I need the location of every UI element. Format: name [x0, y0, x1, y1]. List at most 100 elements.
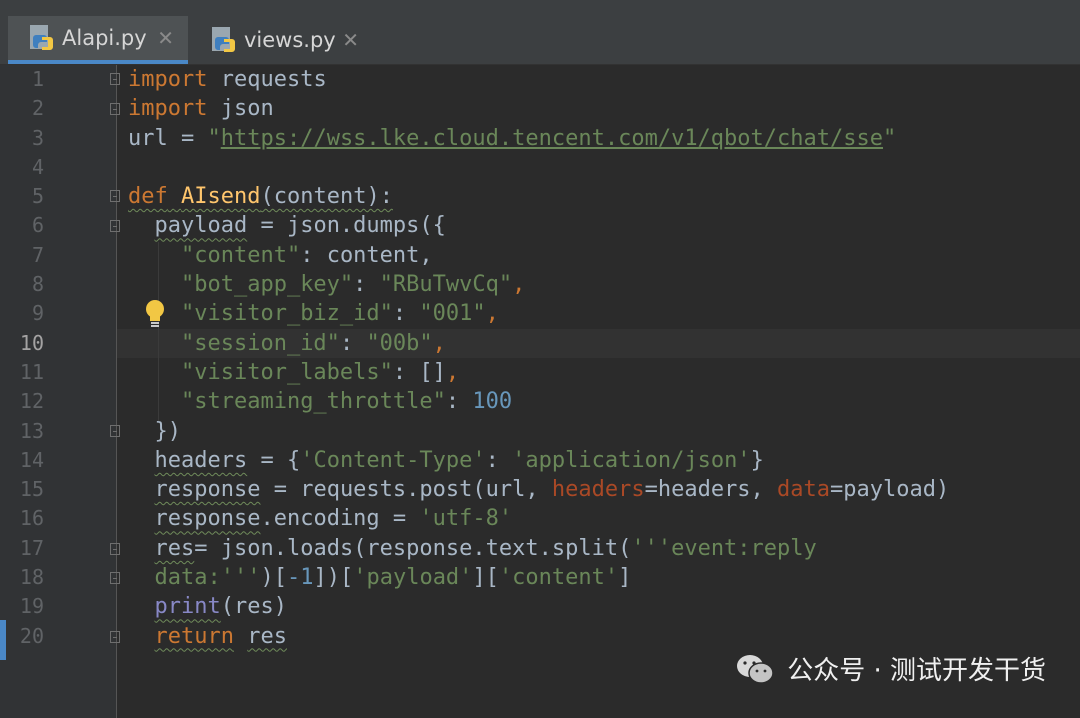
number: -1 [286, 565, 314, 591]
code-text: ][ [472, 565, 499, 591]
fold-marker-icon[interactable] [110, 73, 120, 85]
code-text: (content): [260, 184, 393, 210]
comma: , [445, 359, 460, 385]
string: "visitor_labels" [180, 359, 393, 385]
string: 'Content-Type' [300, 447, 486, 473]
number: 100 [472, 389, 513, 415]
watermark-text: 公众号 · 测试开发干货 [787, 656, 1046, 686]
code-line-3: url = "https://wss.lke.cloud.tencent.com… [128, 124, 949, 153]
code-text: : content, [300, 242, 433, 268]
code-line-19: print(res) [128, 592, 949, 621]
url-link[interactable]: https://wss.lke.cloud.tencent.com/v1/qbo… [221, 126, 883, 151]
code-line-16: response.encoding = 'utf-8' [128, 504, 949, 533]
variable: res [154, 535, 195, 561]
code-text: ])[ [313, 565, 354, 591]
fold-marker-icon[interactable] [110, 190, 120, 202]
code-text: url = [128, 125, 208, 151]
line-number: 14 [19, 447, 44, 472]
fold-marker-icon[interactable] [110, 631, 120, 643]
keyword-argument: headers [551, 477, 645, 503]
code-text: : [339, 330, 367, 356]
fold-marker-icon[interactable] [110, 220, 120, 232]
string: 'utf-8' [419, 506, 513, 532]
line-number: 6 [31, 213, 44, 238]
tab-views[interactable]: views.py ✕ [190, 16, 373, 64]
code-text: (res) [220, 594, 287, 620]
code-line-14: headers = {'Content-Type': 'application/… [128, 446, 949, 475]
close-tab-icon[interactable]: ✕ [157, 26, 174, 50]
fold-marker-icon[interactable] [110, 425, 120, 437]
code-text: json [207, 96, 274, 122]
code-line-13: }) [128, 417, 949, 446]
string: data:''' [154, 565, 261, 591]
comma: , [512, 272, 526, 298]
line-number: 18 [19, 565, 44, 590]
code-line-11: "visitor_labels": [], [128, 358, 949, 387]
keyword-argument: data [777, 477, 831, 503]
code-line-18: data:''')[-1])['payload']['content'] [128, 563, 949, 592]
string: '''event:reply [631, 535, 817, 561]
line-number: 17 [19, 535, 44, 560]
variable: response [154, 506, 261, 532]
comma: , [485, 301, 499, 327]
string: "bot_app_key" [180, 272, 354, 298]
line-number-current: 10 [19, 330, 44, 355]
code-line-8: "bot_app_key": "RBuTwvCq", [128, 270, 949, 299]
code-line-17: res= json.loads(response.text.split('''e… [128, 534, 949, 563]
close-tab-icon[interactable]: ✕ [342, 28, 359, 52]
string: "visitor_biz_id" [180, 301, 393, 327]
code-line-15: response = requests.post(url, headers=he… [128, 475, 950, 504]
line-number: 1 [31, 67, 44, 91]
line-number: 13 [19, 418, 44, 443]
fold-marker-icon[interactable] [110, 572, 120, 584]
tab-label: views.py [244, 28, 336, 52]
line-number: 19 [19, 594, 44, 619]
line-number: 15 [19, 477, 44, 502]
code-text: )[ [260, 565, 287, 591]
tab-alapi[interactable]: Alapi.py ✕ [8, 16, 188, 64]
line-number: 20 [19, 623, 44, 648]
code-line-6: payload = json.dumps({ [128, 211, 949, 240]
code-text: }) [154, 418, 182, 444]
variable: res [247, 623, 287, 649]
code-text: ] [618, 565, 632, 591]
code-text: = { [247, 447, 301, 473]
code-text: .encoding = [260, 506, 420, 532]
line-number: 4 [31, 154, 44, 179]
line-numbers: 1 2 3 4 5 6 7 8 9 10 11 12 13 14 15 16 1… [0, 65, 60, 651]
code-text: = json.dumps({ [247, 213, 446, 239]
code-line-20: return res [128, 622, 949, 651]
comma: , [432, 330, 446, 356]
code-line-10: "session_id": "00b", [128, 329, 949, 358]
editor-tab-bar: Alapi.py ✕ views.py ✕ [0, 0, 1080, 65]
fold-marker-icon[interactable] [110, 103, 120, 115]
code-editor[interactable]: import requests import json url = "https… [128, 65, 949, 651]
variable: payload [154, 213, 248, 239]
string: "00b" [366, 330, 433, 356]
builtin: print [154, 594, 221, 620]
code-line-7: "content": content, [128, 241, 949, 270]
code-text: =payload) [830, 477, 950, 503]
function-name: AIsend [181, 184, 261, 210]
line-number: 7 [31, 242, 44, 267]
fold-marker-icon[interactable] [110, 543, 120, 555]
keyword: import [128, 96, 208, 122]
code-line-1: import requests [128, 65, 949, 94]
code-text: [] [419, 359, 446, 385]
variable: headers [154, 447, 248, 473]
wechat-icon [737, 654, 774, 684]
code-text: } [750, 447, 764, 473]
code-line-12: "streaming_throttle": 100 [128, 387, 949, 416]
string: " [207, 125, 221, 151]
string: "content" [180, 242, 301, 268]
string: "001" [419, 301, 486, 327]
watermark: 公众号 · 测试开发干货 [735, 650, 1046, 687]
